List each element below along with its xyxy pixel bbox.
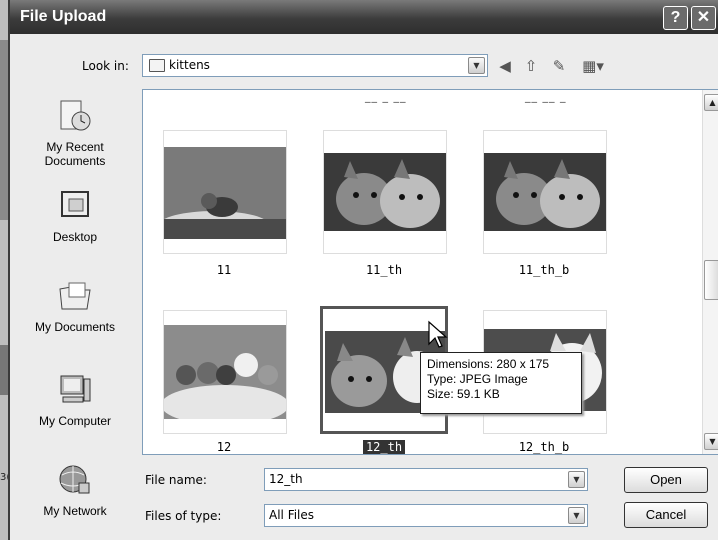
file-type-label: Files of type:: [145, 509, 222, 523]
file-name-label-selected: 12_th: [314, 440, 454, 454]
close-button[interactable]: ✕: [691, 6, 716, 30]
chevron-down-icon[interactable]: ▼: [468, 57, 485, 74]
kitten-thumbnail: [164, 147, 286, 239]
place-label: My Network: [43, 504, 107, 518]
help-button[interactable]: ?: [663, 6, 688, 30]
file-upload-dialog: File Upload ? ✕ Look in: kittens ▼ ◀ ⇧ ✎…: [8, 0, 718, 540]
chevron-down-icon[interactable]: ▼: [568, 471, 585, 488]
my-computer-icon: [60, 375, 91, 403]
look-in-label: Look in:: [82, 59, 129, 73]
file-name-value: 12_th: [269, 472, 303, 486]
place-my-documents[interactable]: My Documents: [22, 279, 128, 334]
title-bar[interactable]: File Upload ? ✕: [10, 0, 718, 34]
scroll-up-button[interactable]: ▲: [704, 94, 718, 111]
up-folder-icon[interactable]: ⇧: [520, 55, 542, 77]
file-name-label: 11_th: [365, 263, 403, 277]
file-type-value: All Files: [269, 508, 315, 522]
tooltip-size: Size: 59.1 KB: [427, 387, 500, 401]
tooltip-type: Type: JPEG Image: [427, 372, 528, 386]
place-my-computer[interactable]: My Computer: [22, 373, 128, 428]
file-name-label: 11_th_b: [518, 263, 570, 277]
place-label: My Recent Documents: [44, 140, 106, 168]
dialog-title: File Upload: [20, 8, 107, 25]
file-name-label: 11: [216, 263, 232, 277]
file-name-label: 12: [216, 440, 232, 454]
kitten-thumbnail: [484, 153, 606, 231]
place-label: My Computer: [38, 414, 112, 428]
place-desktop[interactable]: Desktop: [22, 189, 128, 244]
file-name-label: 12_th_b: [518, 440, 570, 454]
cancel-button[interactable]: Cancel: [624, 502, 708, 528]
file-info-tooltip: Dimensions: 280 x 175 Type: JPEG Image S…: [420, 352, 582, 414]
look-in-dropdown[interactable]: kittens ▼: [142, 54, 488, 77]
file-item[interactable]: [323, 130, 447, 254]
partial-file-label: __ _ __: [365, 90, 407, 103]
file-item[interactable]: [483, 130, 607, 254]
chevron-down-icon[interactable]: ▼: [568, 507, 585, 524]
file-name-input[interactable]: 12_th ▼: [264, 468, 588, 491]
place-label: My Documents: [34, 320, 116, 334]
kitten-thumbnail: [164, 325, 286, 419]
back-icon[interactable]: ◀: [494, 55, 516, 77]
my-documents-icon: [59, 282, 91, 310]
file-item[interactable]: [163, 130, 287, 254]
folder-icon: [149, 59, 165, 72]
new-folder-icon[interactable]: ✎: [548, 55, 570, 77]
scroll-thumb[interactable]: [704, 260, 718, 300]
desktop-icon: [61, 191, 89, 217]
file-name-label: File name:: [145, 473, 207, 487]
place-my-network[interactable]: My Network: [22, 463, 128, 518]
my-network-icon: [59, 465, 90, 494]
vertical-scrollbar[interactable]: ▲ ▼: [702, 90, 718, 454]
file-type-select[interactable]: All Files ▼: [264, 504, 588, 527]
place-label: Desktop: [52, 230, 98, 244]
file-item[interactable]: [163, 310, 287, 434]
places-bar: My Recent Documents Desktop My Documents: [22, 85, 130, 525]
views-menu-icon[interactable]: ▦▾: [578, 55, 608, 77]
scroll-down-button[interactable]: ▼: [704, 433, 718, 450]
kitten-thumbnail: [324, 153, 446, 231]
tooltip-dimensions: Dimensions: 280 x 175: [427, 357, 550, 371]
recent-documents-icon: [60, 100, 91, 131]
look-in-value: kittens: [169, 58, 210, 72]
open-button[interactable]: Open: [624, 467, 708, 493]
partial-file-label: __ __ _: [525, 90, 567, 103]
place-my-recent-documents[interactable]: My Recent Documents: [22, 99, 128, 168]
mouse-pointer-icon: [428, 320, 448, 348]
